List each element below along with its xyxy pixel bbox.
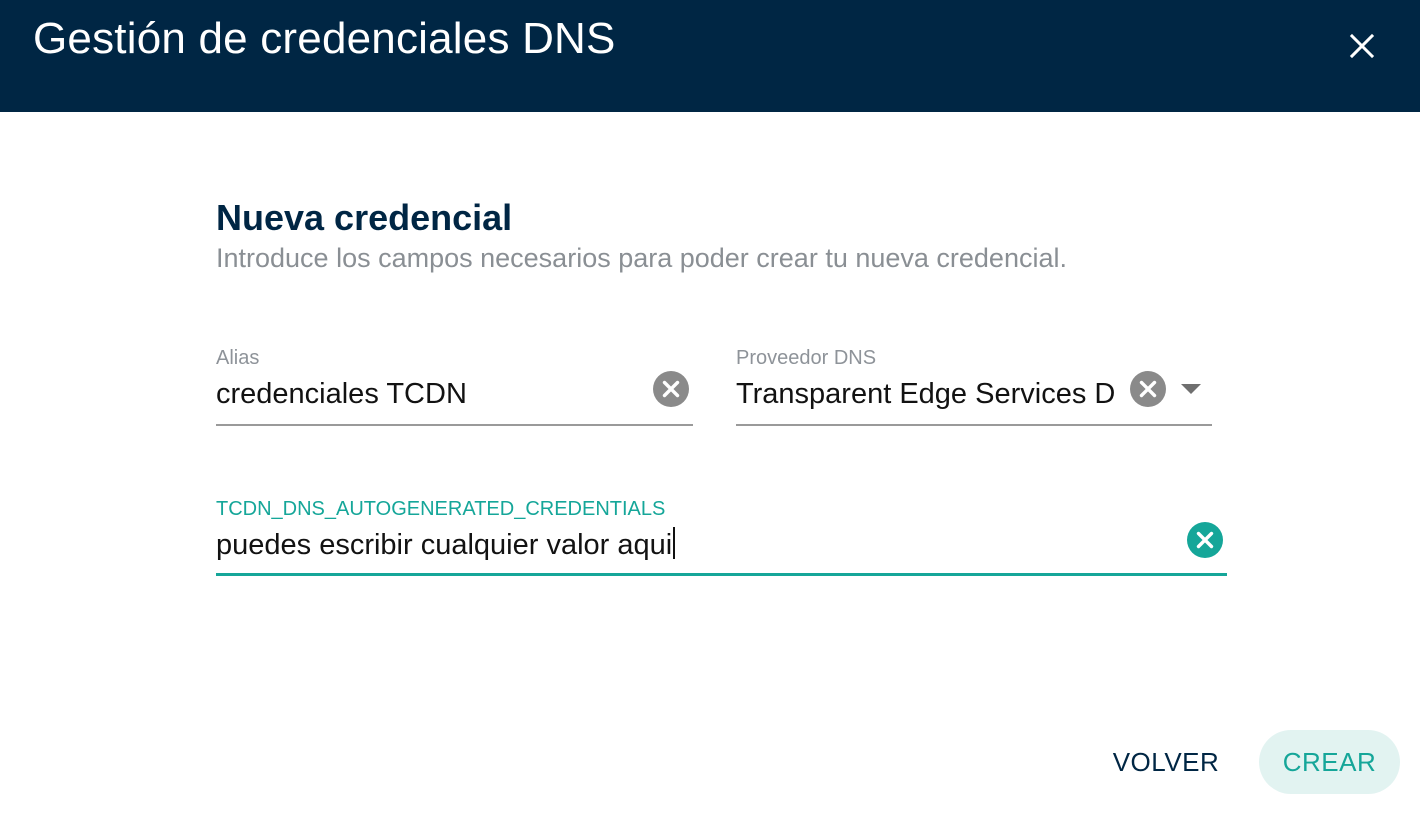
close-icon[interactable] — [1346, 30, 1378, 62]
back-button[interactable]: VOLVER — [1096, 730, 1236, 794]
credentials-label: TCDN_DNS_AUTOGENERATED_CREDENTIALS — [216, 498, 666, 520]
provider-select[interactable]: Proveedor DNS Transparent Edge Services … — [736, 346, 1212, 428]
clear-circle-icon[interactable] — [1186, 521, 1224, 559]
provider-underline — [736, 424, 1212, 426]
dns-credentials-dialog: Gestión de credenciales DNS Nueva creden… — [0, 0, 1420, 818]
credentials-field[interactable]: TCDN_DNS_AUTOGENERATED_CREDENTIALS puede… — [216, 497, 1227, 579]
alias-field[interactable]: Alias credenciales TCDN — [216, 346, 693, 428]
section-subtitle: Introduce los campos necesarios para pod… — [216, 243, 1067, 273]
provider-label: Proveedor DNS — [736, 347, 877, 369]
credentials-input-text: puedes escribir cualquier valor aqui — [216, 529, 673, 561]
alias-label: Alias — [216, 347, 260, 369]
dialog-header: Gestión de credenciales DNS — [0, 0, 1420, 112]
credentials-input[interactable]: puedes escribir cualquier valor aqui — [216, 527, 1166, 563]
credentials-underline — [216, 573, 1227, 576]
dropdown-arrow-icon[interactable] — [1180, 382, 1202, 396]
alias-input[interactable]: credenciales TCDN — [216, 376, 636, 412]
clear-circle-icon[interactable] — [652, 370, 690, 408]
provider-selected-value[interactable]: Transparent Edge Services D — [736, 376, 1126, 412]
clear-circle-icon[interactable] — [1129, 370, 1167, 408]
text-cursor — [673, 527, 676, 559]
dialog-title: Gestión de credenciales DNS — [33, 14, 616, 63]
section-title: Nueva credencial — [216, 197, 513, 238]
create-button[interactable]: CREAR — [1259, 730, 1400, 794]
alias-underline — [216, 424, 693, 426]
